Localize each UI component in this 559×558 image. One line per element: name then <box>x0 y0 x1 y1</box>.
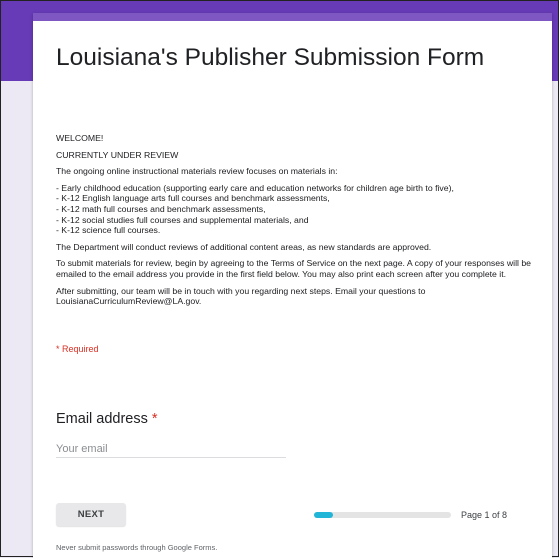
list-item: - K-12 science full courses. <box>56 225 161 236</box>
email-question-label: Email address * <box>56 411 158 427</box>
required-note: * Required <box>56 344 99 354</box>
submit-instructions-paragraph: To submit materials for review, begin by… <box>56 258 532 279</box>
contact-paragraph: After submitting, our team will be in to… <box>56 285 426 307</box>
review-status-text: CURRENTLY UNDER REVIEW <box>56 149 179 160</box>
list-item: - K-12 math full courses and benchmark a… <box>56 203 266 214</box>
email-label-text: Email address <box>56 411 148 427</box>
form-card: Louisiana's Publisher Submission Form WE… <box>33 13 552 558</box>
welcome-text: WELCOME! <box>56 133 104 143</box>
card-accent-bar <box>33 13 552 21</box>
page-background: Louisiana's Publisher Submission Form WE… <box>0 0 559 558</box>
list-item: - K-12 social studies full courses and s… <box>56 214 309 225</box>
footer-note: Never submit passwords through Google Fo… <box>56 543 218 552</box>
focus-area-list: - Early childhood education (supporting … <box>56 183 534 236</box>
progress-bar <box>314 512 451 518</box>
required-asterisk: * <box>151 411 158 427</box>
standards-paragraph: The Department will conduct reviews of a… <box>56 241 432 252</box>
next-button[interactable]: NEXT <box>56 503 126 526</box>
list-item: - K-12 English language arts full course… <box>56 193 330 204</box>
page-indicator: Page 1 of 8 <box>461 510 508 520</box>
form-title: Louisiana's Publisher Submission Form <box>56 44 485 71</box>
progress-bar-fill <box>314 512 334 518</box>
form-description: WELCOME! CURRENTLY UNDER REVIEW The ongo… <box>56 133 534 313</box>
intro-text: The ongoing online instructional materia… <box>56 166 338 177</box>
email-field[interactable] <box>56 441 286 458</box>
list-item: - Early childhood education (supporting … <box>56 182 454 193</box>
